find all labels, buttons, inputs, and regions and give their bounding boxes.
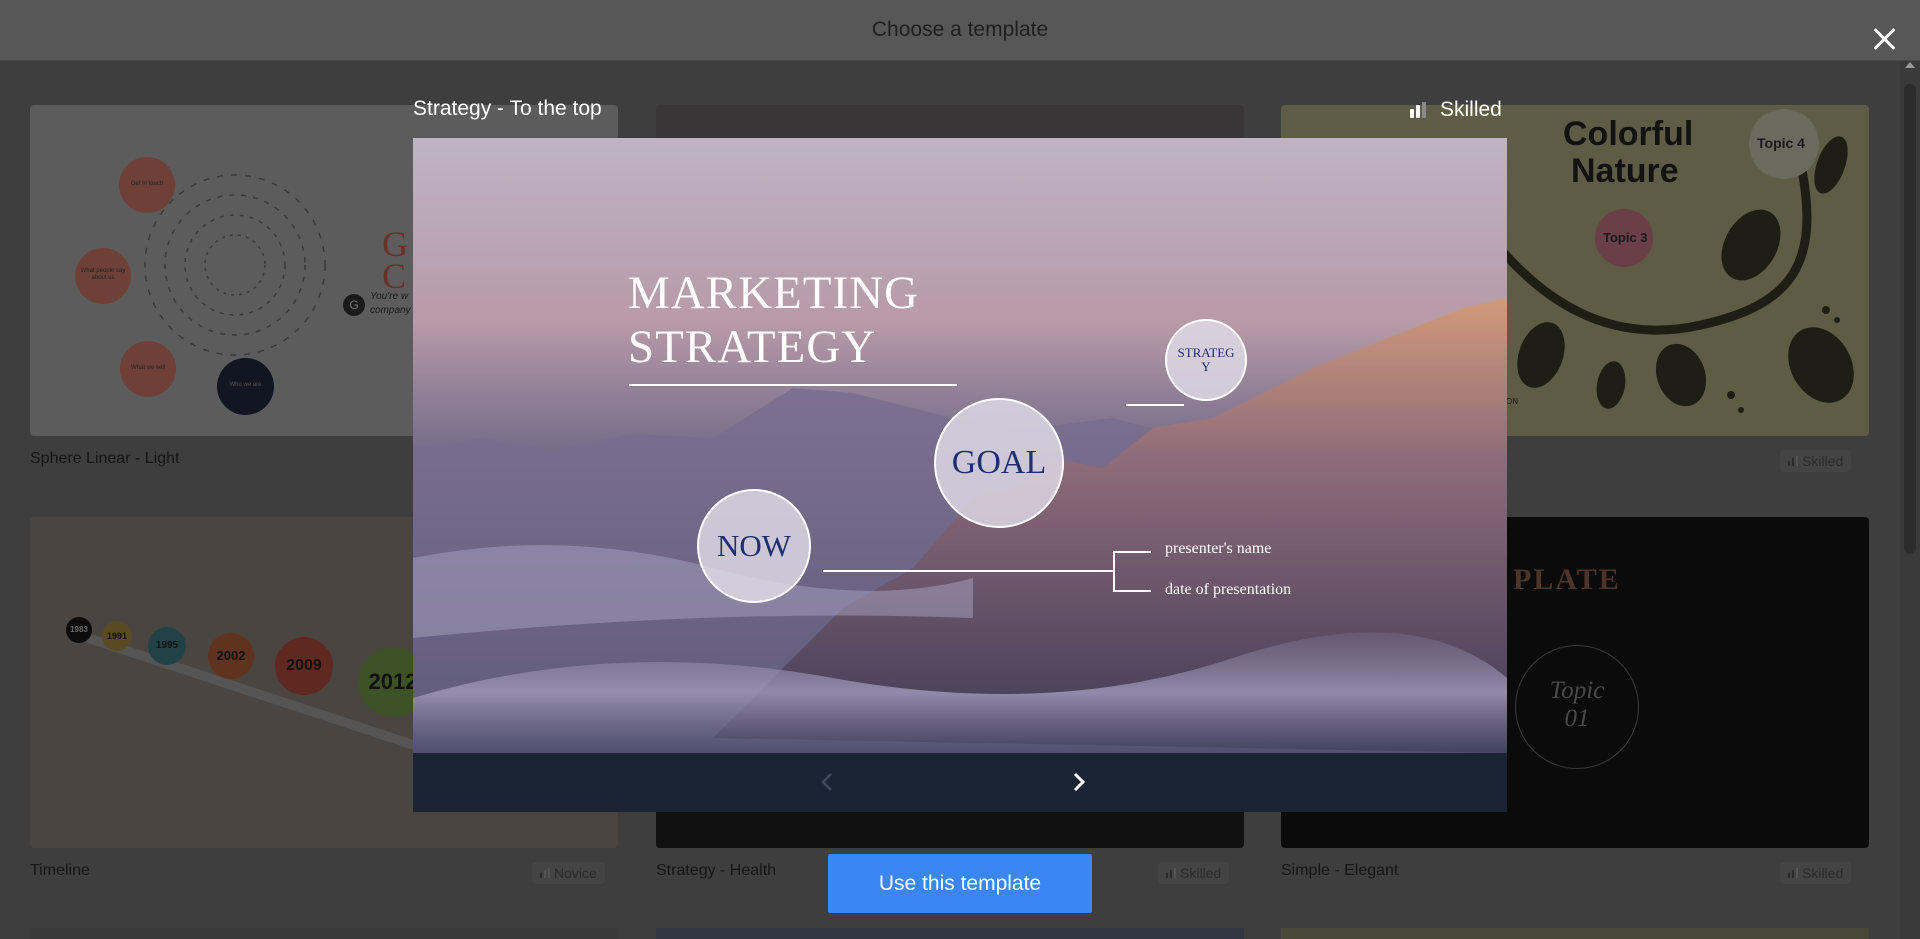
timeline-marker: 2002 [208, 633, 254, 679]
preview-level: Skilled [1410, 98, 1502, 122]
level-badge: Novice [532, 862, 605, 884]
bracket-line [1113, 551, 1151, 553]
template-preview: MARKETING STRATEGY STRATEG Y GOAL NOW pr… [413, 138, 1507, 753]
dialog-header: Choose a template [0, 0, 1920, 61]
timeline-marker: 2009 [275, 637, 333, 695]
signal-bars-icon [1788, 456, 1798, 466]
thumb-fragment: ON [1506, 397, 1518, 406]
signal-bars-icon [1166, 868, 1176, 878]
strategy-circle: STRATEG Y [1165, 319, 1247, 401]
dialog-title: Choose a template [871, 18, 1049, 41]
thumb-side-text: You're w [370, 291, 409, 302]
presentation-date: date of presentation [1165, 581, 1292, 598]
topic-label: Topic 4 [1757, 135, 1805, 151]
slide-title-line: STRATEGY [628, 321, 877, 373]
template-name: Timeline [30, 862, 90, 879]
thumb-title: Colorful [1563, 115, 1694, 153]
chevron-right-icon[interactable] [1066, 769, 1092, 795]
scrollbar-thumb[interactable] [1904, 84, 1916, 554]
level-badge: Skilled [1780, 862, 1852, 884]
thumb-title: PLATE [1513, 563, 1621, 596]
template-name: Sphere Linear - Light [30, 450, 180, 467]
timeline-marker: 1983 [66, 617, 92, 643]
thumb-side-text: company [370, 305, 411, 316]
template-card[interactable] [30, 928, 618, 939]
level-label: Skilled [1440, 98, 1502, 121]
preview-title: Strategy - To the top [413, 97, 602, 120]
close-icon[interactable] [1872, 26, 1898, 52]
signal-bars-icon [1788, 868, 1798, 878]
topic-label: 01 [1564, 705, 1590, 732]
timeline-marker: 1995 [148, 627, 186, 665]
thumb-title: Nature [1571, 152, 1679, 190]
level-badge: Skilled [1780, 450, 1852, 472]
use-template-button[interactable]: Use this template [828, 854, 1092, 913]
slide-title-line: MARKETING [628, 267, 919, 319]
level-label: Skilled [1802, 453, 1844, 469]
bracket-line [1113, 590, 1151, 592]
signal-bars-icon [540, 868, 550, 878]
topic-label: Topic [1549, 677, 1605, 704]
timeline-marker: 1991 [102, 621, 132, 651]
topic-label: Topic 3 [1603, 230, 1648, 245]
goal-circle: GOAL [934, 398, 1064, 528]
level-label: Skilled [1802, 865, 1844, 881]
template-name: Strategy - Health [656, 862, 777, 879]
strategy-circle-line: STRATEG [1177, 345, 1235, 360]
bracket-line [1113, 551, 1115, 591]
now-circle: NOW [697, 489, 811, 603]
slide-title: MARKETING STRATEGY [628, 266, 919, 374]
scroll-up-arrow-icon[interactable] [1905, 62, 1915, 68]
title-underline [629, 384, 957, 386]
level-badge: Skilled [1158, 862, 1230, 884]
connector-line [823, 570, 1113, 572]
template-name: Simple - Elegant [1281, 862, 1399, 879]
level-label: Skilled [1180, 865, 1222, 881]
level-label: Novice [554, 865, 597, 881]
template-card[interactable] [1281, 928, 1869, 939]
preview-navigation [413, 753, 1507, 812]
signal-bars-icon [1410, 102, 1428, 118]
thumb-logo: G [343, 294, 365, 316]
strategy-circle-line: Y [1201, 359, 1211, 374]
presenter-name: presenter's name [1165, 540, 1272, 557]
connector-line [1126, 404, 1184, 406]
template-card[interactable] [656, 928, 1244, 939]
chevron-left-icon[interactable] [815, 769, 841, 795]
